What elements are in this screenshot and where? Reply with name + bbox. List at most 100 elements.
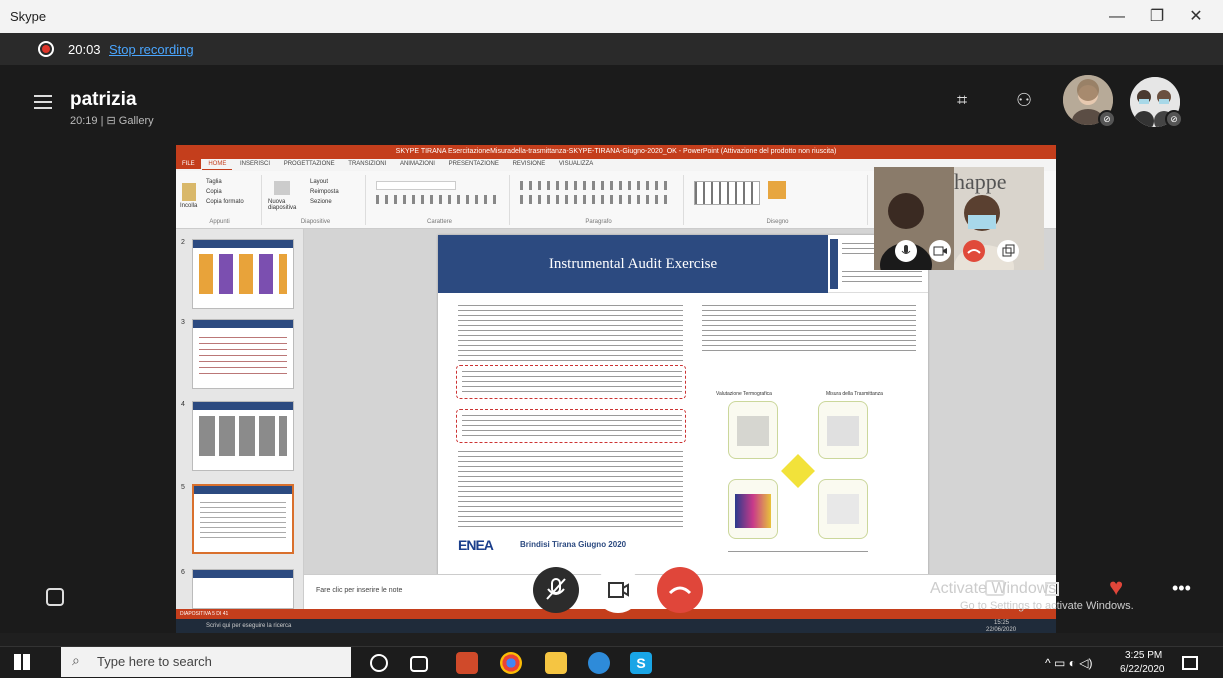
diagram-box-2 — [818, 401, 868, 459]
tab-animations[interactable]: ANIMAZIONI — [394, 159, 441, 169]
arrange-icon[interactable] — [768, 181, 786, 199]
activate-windows-watermark: Activate Windows — [930, 580, 1057, 597]
notes-placeholder: Fare clic per inserire le note — [316, 587, 403, 594]
search-icon: ⌕ — [72, 652, 80, 668]
paste-icon[interactable] — [182, 183, 196, 201]
screen-layout-icon[interactable]: ⌗ — [957, 90, 967, 111]
thumb-number: 3 — [181, 319, 185, 326]
current-slide[interactable]: Instrumental Audit Exercise ENEA Brindis… — [438, 235, 928, 580]
norm-text — [462, 369, 682, 395]
focus-icon[interactable] — [46, 588, 64, 606]
restore-button[interactable]: ❐ — [1137, 4, 1177, 30]
slide-thumbnail[interactable] — [192, 319, 294, 389]
tab-transitions[interactable]: TRANSIZIONI — [342, 159, 392, 169]
thumb-number: 4 — [181, 401, 185, 408]
layout-button[interactable]: Layout — [310, 179, 328, 185]
right-text-block — [702, 303, 916, 353]
slide-thumbnail[interactable] — [192, 569, 294, 609]
tab-review[interactable]: REVISIONE — [507, 159, 552, 169]
stop-recording-link[interactable]: Stop recording — [109, 42, 194, 57]
slide-thumbnail-selected[interactable] — [192, 484, 294, 554]
tray-icons[interactable]: ^ ▭ ◐ ◁) — [1045, 656, 1092, 670]
camera-icon[interactable] — [929, 240, 951, 262]
cortana-icon[interactable] — [370, 654, 388, 672]
task-view-icon[interactable] — [410, 656, 428, 672]
recording-icon — [38, 41, 54, 57]
svg-text:happe: happe — [954, 169, 1007, 194]
chrome-icon[interactable] — [500, 652, 522, 674]
call-subtitle: 20:19 | ⊟ Gallery — [70, 115, 154, 127]
thumb-number: 5 — [181, 484, 185, 491]
paragraph-buttons[interactable] — [520, 181, 670, 190]
edge-icon[interactable] — [588, 652, 610, 674]
alignment-buttons[interactable] — [520, 195, 670, 204]
muted-badge-icon-2: ⊘ — [1165, 110, 1183, 128]
tab-insert[interactable]: INSERISCI — [234, 159, 276, 169]
copy-button[interactable]: Copia — [206, 189, 222, 195]
file-explorer-icon[interactable] — [545, 652, 567, 674]
diagram-box-3 — [728, 479, 778, 539]
tab-slideshow[interactable]: PRESENTAZIONE — [443, 159, 505, 169]
tab-design[interactable]: PROGETTAZIONE — [278, 159, 341, 169]
thumb-number: 2 — [181, 239, 185, 246]
add-people-icon[interactable]: ⚇ — [1016, 90, 1032, 111]
puzzle-icon — [781, 454, 815, 488]
tab-file[interactable]: FILE — [176, 159, 201, 169]
norm-text-2 — [462, 413, 682, 439]
new-slide-icon[interactable] — [274, 181, 290, 195]
menu-icon[interactable] — [34, 95, 52, 109]
diagram-box — [728, 401, 778, 459]
diagram-label-right: Misura della Trasmittanza — [826, 391, 883, 397]
enea-logo: ENEA — [458, 537, 494, 553]
call-name: patrizia — [70, 89, 137, 110]
skype-icon[interactable]: S — [630, 652, 652, 674]
notifications-icon[interactable] — [1182, 656, 1198, 670]
reset-button[interactable]: Reimposta — [310, 189, 339, 195]
tab-view[interactable]: VISUALIZZA — [553, 159, 599, 169]
taskbar-search-input[interactable]: Type here to search — [61, 647, 351, 677]
powerpoint-title: SKYPE TIRANA EsercitazioneMisuradella-tr… — [176, 145, 1056, 159]
tab-home[interactable]: HOME — [202, 159, 233, 170]
more-options-icon[interactable]: ••• — [1172, 578, 1191, 599]
group-paragraph: Paragrafo — [514, 175, 684, 225]
end-call-button[interactable] — [657, 567, 703, 613]
group-clipboard: Incolla Taglia Copia Copia formato Appun… — [178, 175, 262, 225]
app-title: Skype — [10, 9, 47, 24]
new-slide-button[interactable]: Nuova diapositiva — [268, 199, 304, 211]
close-button[interactable]: ✕ — [1176, 4, 1216, 30]
slide-text-block — [458, 303, 683, 363]
mic-icon[interactable] — [895, 240, 917, 262]
slide-footer: Brindisi Tirana Giugno 2020 — [520, 540, 627, 549]
font-name-select[interactable] — [376, 181, 456, 190]
slide-title: Instrumental Audit Exercise — [438, 235, 828, 293]
mute-button[interactable] — [533, 567, 579, 613]
paste-label[interactable]: Incolla — [180, 203, 197, 209]
cut-button[interactable]: Taglia — [206, 179, 222, 185]
clock-date[interactable]: 6/22/2020 — [1120, 664, 1165, 675]
muted-badge-icon: ⊘ — [1098, 110, 1116, 128]
shapes-gallery[interactable] — [694, 181, 760, 205]
section-button[interactable]: Sezione — [310, 199, 332, 205]
group-label-clipboard: Appunti — [209, 219, 230, 225]
shared-search: Scrivi qui per eseguire la ricerca — [206, 623, 292, 629]
video-button[interactable] — [595, 567, 641, 613]
start-icon[interactable] — [14, 654, 30, 670]
end-call-icon[interactable] — [963, 240, 985, 262]
side-text-2 — [842, 269, 922, 283]
diagram-label-left: Valutazione Termografica — [716, 391, 772, 397]
group-drawing: Disegno — [688, 175, 868, 225]
heart-icon[interactable]: ♥ — [1109, 574, 1123, 602]
clock-time[interactable]: 3:25 PM — [1125, 650, 1162, 661]
switch-view-icon[interactable] — [997, 240, 1019, 262]
thumb-number: 6 — [181, 569, 185, 576]
figure-caption — [728, 549, 868, 555]
slide-thumbnail[interactable] — [192, 401, 294, 471]
activate-windows-sub: Go to Settings to activate Windows. — [960, 600, 1134, 612]
format-painter-button[interactable]: Copia formato — [206, 199, 244, 205]
office-icon[interactable] — [456, 652, 478, 674]
group-label-slides: Diapositive — [300, 219, 331, 225]
window-title-bar: Skype — ❐ ✕ — [0, 0, 1223, 33]
font-format-buttons[interactable] — [376, 195, 496, 204]
slide-thumbnail[interactable] — [192, 239, 294, 309]
minimize-button[interactable]: — — [1097, 4, 1137, 30]
